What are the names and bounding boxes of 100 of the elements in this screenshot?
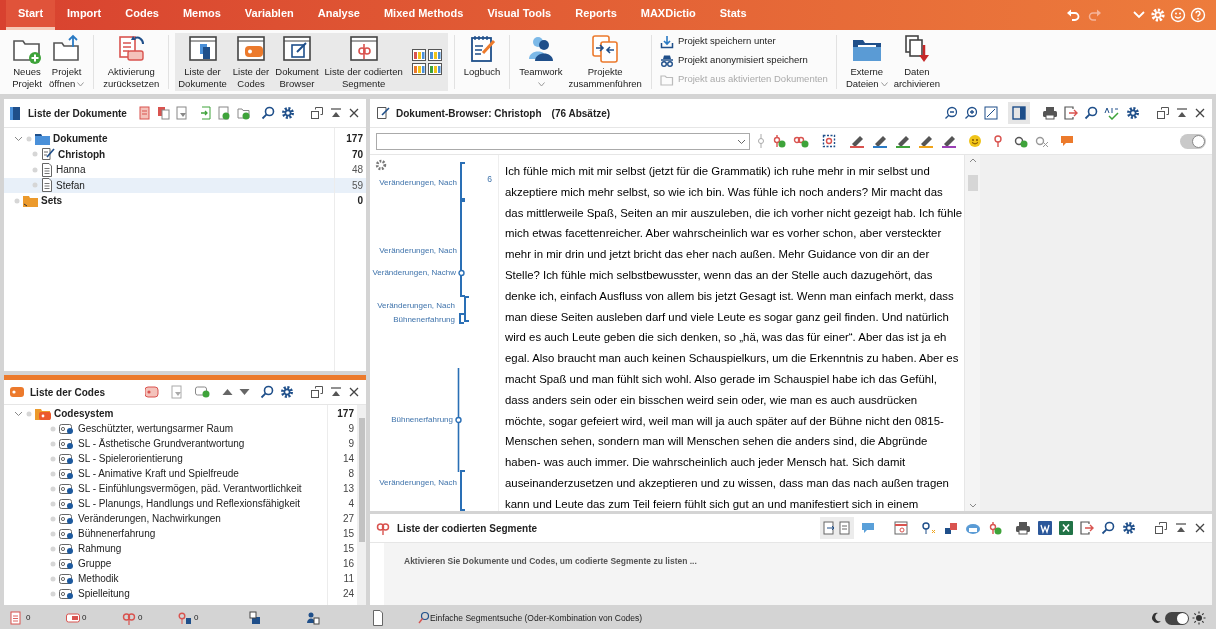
undock-icon[interactable] [310, 385, 324, 399]
tree-item[interactable]: Methodik [4, 571, 327, 586]
code-stripe[interactable] [459, 313, 464, 324]
scrollbar[interactable] [964, 155, 980, 511]
word-icon[interactable] [1038, 521, 1052, 535]
search-icon[interactable] [1084, 106, 1098, 120]
ribbon-button[interactable]: Neues Projekt [8, 33, 46, 91]
move-up-icon[interactable] [222, 387, 233, 397]
close-icon[interactable] [348, 386, 360, 398]
ribbon-menu-item[interactable]: Projekt anonymisiert speichern [659, 52, 828, 69]
tree-item[interactable]: Dokumente [4, 131, 334, 147]
menu-tab[interactable]: Memos [170, 0, 233, 30]
spellcheck-icon[interactable] [1104, 106, 1120, 120]
move-down-icon[interactable] [239, 387, 250, 397]
menu-tab[interactable]: Codes [113, 0, 171, 30]
add-codes-icon[interactable] [793, 134, 809, 148]
code-label[interactable]: Veränderungen, Nach [377, 300, 455, 312]
layout-grid-icon[interactable] [411, 49, 426, 61]
scroll-thumb[interactable] [967, 175, 978, 191]
tree-item[interactable]: Sets [4, 193, 334, 209]
ribbon-button[interactable]: Teamwork [516, 33, 566, 91]
tree-item[interactable]: Codesystem [4, 406, 327, 421]
table-icon[interactable] [894, 521, 908, 535]
link-remove-icon[interactable] [1035, 134, 1049, 148]
export-icon[interactable] [1080, 521, 1094, 535]
layout-grid-icon[interactable] [427, 63, 442, 75]
coded-segments-icon[interactable] [122, 611, 136, 625]
settings-icon[interactable] [280, 106, 295, 120]
tree-item[interactable]: Bühnenerfahrung [4, 526, 327, 541]
cloud-icon[interactable] [965, 521, 981, 535]
tree-item[interactable]: Christoph [4, 146, 334, 162]
tree-item[interactable]: Gruppe [4, 556, 327, 571]
ribbon-button[interactable]: Liste der codierten Segmente [321, 33, 406, 91]
menu-tab[interactable]: Start [6, 0, 56, 30]
tree-item[interactable]: SL - Ästhetische Grundverantwortung [4, 436, 327, 451]
code-label[interactable]: Veränderungen, Nach [379, 245, 457, 257]
tree-item[interactable]: Rahmung [4, 541, 327, 556]
ribbon-button[interactable]: Liste der Dokumente [175, 33, 230, 91]
expand-chevron-icon[interactable] [14, 134, 23, 144]
code-label[interactable]: Veränderungen, Nachw [372, 267, 456, 279]
ribbon-button[interactable]: Logbuch [460, 33, 504, 91]
highlighter-icon[interactable] [872, 134, 888, 148]
code-marker-icon[interactable] [757, 134, 765, 148]
scrollbar[interactable] [357, 405, 366, 605]
emoji-icon[interactable] [968, 134, 982, 148]
document-icon[interactable] [10, 611, 24, 625]
menu-tab[interactable]: Analyse [305, 0, 372, 30]
close-icon[interactable] [1194, 107, 1206, 119]
code-stripe-icon[interactable] [455, 368, 462, 472]
menu-tab[interactable]: Visual Tools [475, 0, 564, 30]
ribbon-button[interactable]: Dokument Browser [272, 33, 322, 91]
segment-search-icon[interactable] [418, 611, 430, 625]
collapse-icon[interactable] [330, 386, 342, 398]
close-icon[interactable] [348, 107, 360, 119]
zoom-out-icon[interactable] [944, 106, 958, 120]
code-pin-icon[interactable] [993, 134, 1003, 148]
code-label[interactable]: Bühnenerfahrung [391, 414, 453, 426]
new-code-icon[interactable] [195, 386, 210, 398]
search-mode-label[interactable]: Einfache Segmentsuche (Oder-Kombination von Codes) [430, 611, 643, 625]
ribbon-button[interactable]: Daten archivieren [890, 33, 944, 91]
undock-icon[interactable] [310, 106, 324, 120]
code-label[interactable]: Veränderungen, Nach [379, 177, 457, 189]
theme-switch[interactable] [1165, 611, 1189, 625]
printer-icon[interactable] [1015, 521, 1031, 535]
excel-icon[interactable] [1059, 521, 1073, 535]
tree-item[interactable]: SL - Planungs, Handlungs und Reflexionsfähigkeit [4, 496, 327, 511]
edit-mode-switch[interactable] [1180, 133, 1206, 149]
code-label[interactable]: Veränderungen, Nach [379, 477, 457, 489]
tree-item[interactable]: Stefan [4, 177, 334, 193]
highlighter-icon[interactable] [941, 134, 957, 148]
ribbon-button[interactable]: Externe Dateien [842, 33, 891, 91]
tree-item[interactable]: Veränderungen, Nachwirkungen [4, 511, 327, 526]
link-add-icon[interactable] [1014, 134, 1028, 148]
code-tag-icon[interactable] [145, 386, 159, 398]
copy-icon[interactable] [156, 106, 170, 120]
settings-icon[interactable] [375, 159, 387, 171]
settings-icon[interactable] [280, 385, 294, 399]
add-code-icon[interactable] [988, 521, 1002, 535]
code-label[interactable]: Bühnenerfahrung [393, 314, 455, 326]
side-panel-toggle[interactable] [1008, 102, 1030, 124]
zoom-percent-icon[interactable] [984, 106, 998, 120]
new-folder-icon[interactable] [236, 106, 251, 120]
comment-icon[interactable] [1060, 134, 1074, 148]
search-icon[interactable] [260, 385, 274, 399]
tree-item[interactable]: Geschützter, wertungsarmer Raum [4, 421, 327, 436]
menu-tab[interactable]: Mixed Methods [371, 0, 476, 30]
printer-icon[interactable] [1042, 106, 1058, 120]
undock-icon[interactable] [1154, 521, 1168, 535]
expand-chevron-icon[interactable] [14, 409, 23, 418]
ribbon-button[interactable]: Liste der Codes [229, 33, 273, 91]
menu-tab[interactable]: Import [55, 0, 114, 30]
add-code-icon[interactable] [772, 134, 786, 148]
view-toggle[interactable] [820, 517, 854, 539]
import-icon[interactable] [199, 106, 212, 120]
tree-item[interactable]: SL - Einfühlungsvermögen, päd. Verantwortlichkeit [4, 481, 327, 496]
menu-tab[interactable]: Reports [563, 0, 629, 30]
tree-item[interactable]: Hanna [4, 162, 334, 178]
menu-tab[interactable]: Variablen [232, 0, 306, 30]
smiley-icon[interactable] [1170, 7, 1186, 23]
ribbon-button[interactable]: Projekt öffnen [46, 33, 88, 91]
